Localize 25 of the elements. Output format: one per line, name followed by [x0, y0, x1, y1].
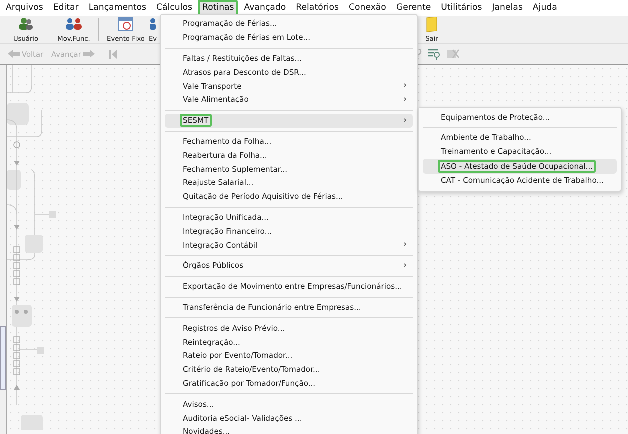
- arrow-right-icon: [83, 50, 96, 58]
- menu-title[interactable]: Arquivos: [2, 0, 48, 16]
- people-transfer-icon: [65, 17, 83, 31]
- chevron-right-icon: ›: [403, 240, 407, 250]
- folder-icon: [426, 17, 438, 32]
- chevron-right-icon: ›: [403, 116, 407, 126]
- chevron-right-icon: ›: [403, 260, 407, 271]
- menu-title[interactable]: Janelas: [488, 0, 527, 16]
- clear-icon[interactable]: [447, 49, 460, 59]
- arrow-left-icon: [8, 50, 20, 58]
- chevron-right-icon: ›: [403, 81, 407, 92]
- users-icon: [18, 17, 34, 31]
- menu-title[interactable]: Relatórios: [292, 0, 343, 16]
- menu-title[interactable]: Utilitários: [437, 0, 486, 16]
- scroll-bar[interactable]: [0, 326, 6, 390]
- menu-title[interactable]: Editar: [49, 0, 83, 16]
- menu-title[interactable]: Ajuda: [528, 0, 562, 16]
- chevron-right-icon: ›: [403, 94, 407, 105]
- menu-title[interactable]: Avançado: [240, 0, 290, 16]
- menu-title[interactable]: Gerente: [392, 0, 436, 16]
- filter-search-icon[interactable]: [428, 48, 441, 60]
- person-icon: [150, 17, 156, 31]
- menu-title[interactable]: Cálculos: [152, 0, 196, 16]
- menu-title[interactable]: Lançamentos: [84, 0, 151, 16]
- menu-title[interactable]: Conexão: [344, 0, 390, 16]
